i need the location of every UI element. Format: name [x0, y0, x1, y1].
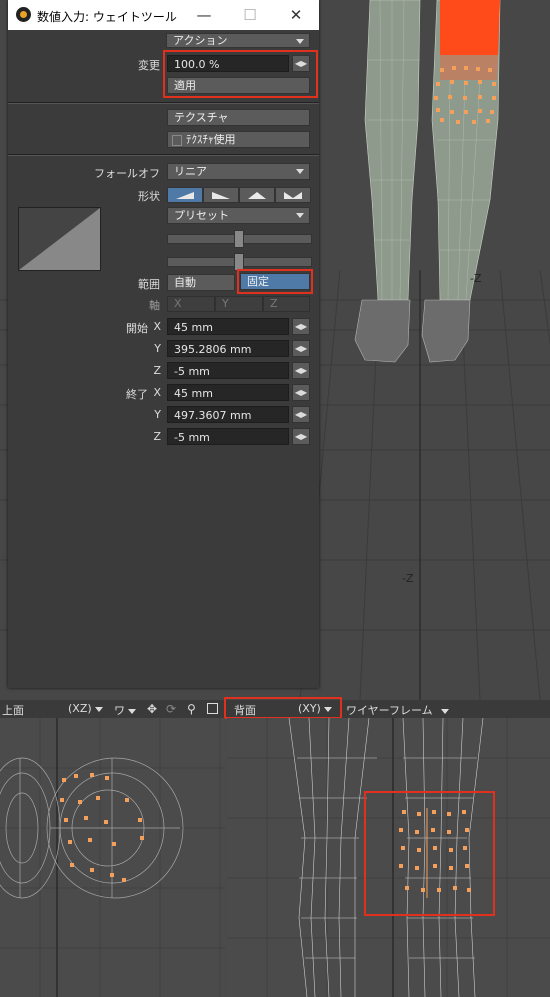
- end-y-spinner[interactable]: ◀▶: [292, 406, 310, 423]
- app-logo-icon: [16, 7, 31, 22]
- valley-icon: [284, 192, 302, 199]
- end-x-label: X: [153, 386, 161, 399]
- chevron-down-icon: [94, 706, 103, 712]
- shape-linear-button[interactable]: [167, 187, 203, 203]
- rotate-view-icon[interactable]: ⟳: [166, 702, 176, 716]
- end-y-input[interactable]: 497.3607 mm: [167, 406, 289, 423]
- back-view-axes-dropdown[interactable]: (XY): [298, 702, 332, 715]
- axis-label-z: -Z: [470, 272, 482, 285]
- chevron-down-icon: [296, 39, 304, 44]
- back-view-name[interactable]: 背面: [234, 702, 256, 718]
- change-percent-input[interactable]: 100.0 %: [167, 55, 289, 72]
- preset-dropdown[interactable]: プリセット: [167, 207, 310, 224]
- maximize-viewport-icon[interactable]: [207, 703, 218, 714]
- chevron-down-icon: [128, 708, 136, 714]
- slider-handle[interactable]: [234, 230, 244, 248]
- shape-ease-in-button[interactable]: [203, 187, 239, 203]
- window-titlebar[interactable]: 数値入力: ウェイトツール — ☐ ✕: [8, 0, 319, 30]
- end-label: 終了: [126, 388, 148, 401]
- use-texture-toggle[interactable]: ﾃｸｽﾁｬ使用: [167, 131, 310, 148]
- axis-label: 軸: [149, 299, 160, 312]
- range-fixed-button[interactable]: 固定: [240, 273, 310, 290]
- end-z-spinner[interactable]: ◀▶: [292, 428, 310, 445]
- back-view-viewport[interactable]: [227, 718, 550, 997]
- chevron-down-icon: [296, 169, 304, 174]
- shape-label: 形状: [138, 190, 160, 203]
- axis-label-z: -Z: [402, 572, 414, 585]
- start-y-label: Y: [154, 342, 161, 355]
- back-view-shading-label: ワイヤーフレーム: [346, 704, 433, 717]
- start-y-spinner[interactable]: ◀▶: [292, 340, 310, 357]
- shape-peak-button[interactable]: [239, 187, 275, 203]
- action-dropdown[interactable]: アクション: [166, 33, 310, 48]
- divider: [8, 102, 319, 104]
- axis-y-button[interactable]: Y: [215, 296, 263, 312]
- minimize-button[interactable]: —: [181, 0, 227, 30]
- change-spinner[interactable]: ◀▶: [292, 55, 310, 72]
- change-label: 変更: [138, 59, 160, 72]
- falloff-label: フォールオフ: [94, 167, 160, 180]
- top-view-axes-dropdown[interactable]: (XZ): [68, 702, 103, 715]
- ramp-down-icon: [212, 192, 230, 199]
- end-x-spinner[interactable]: ◀▶: [292, 384, 310, 401]
- start-x-label: X: [153, 320, 161, 333]
- viewport-header-bar: 上面 (XZ) ワ ✥ ⟳ ⚲ 背面 (XY) ワイヤーフレーム: [0, 697, 550, 719]
- falloff-dropdown[interactable]: リニア: [167, 163, 310, 180]
- preset-dropdown-label: プリセット: [174, 209, 229, 222]
- weight-tool-numeric-window: 数値入力: ウェイトツール — ☐ ✕ アクション 変更 100.0 % ◀▶ …: [8, 0, 319, 688]
- action-dropdown-value: アクション: [173, 34, 228, 47]
- top-view-viewport[interactable]: [0, 718, 225, 997]
- chevron-down-icon: [323, 706, 332, 712]
- start-z-input[interactable]: -5 mm: [167, 362, 289, 379]
- move-view-icon[interactable]: ✥: [147, 702, 157, 716]
- start-label: 開始: [126, 322, 148, 335]
- ramp-up-icon: [176, 192, 194, 199]
- start-x-spinner[interactable]: ◀▶: [292, 318, 310, 335]
- end-y-label: Y: [154, 408, 161, 421]
- falloff-dropdown-value: リニア: [174, 165, 207, 178]
- chevron-down-icon: [440, 708, 449, 714]
- axis-x-button[interactable]: X: [167, 296, 215, 312]
- start-x-input[interactable]: 45 mm: [167, 318, 289, 335]
- falloff-curve-preview: [18, 207, 101, 271]
- back-view-axes: (XY): [298, 702, 321, 715]
- end-z-input[interactable]: -5 mm: [167, 428, 289, 445]
- range-auto-button[interactable]: 自動: [167, 274, 235, 291]
- close-button[interactable]: ✕: [273, 0, 319, 30]
- range-label: 範囲: [138, 278, 160, 291]
- shape-valley-button[interactable]: [275, 187, 311, 203]
- divider: [8, 154, 319, 156]
- top-view-name[interactable]: 上面: [2, 702, 24, 718]
- start-z-spinner[interactable]: ◀▶: [292, 362, 310, 379]
- peak-icon: [248, 192, 266, 199]
- texture-button[interactable]: テクスチャ: [167, 109, 310, 126]
- shading-mode-dropdown[interactable]: ワ: [114, 702, 136, 718]
- zoom-view-icon[interactable]: ⚲: [187, 702, 196, 716]
- window-title: 数値入力: ウェイトツール: [37, 10, 177, 24]
- back-view-shading-dropdown[interactable]: ワイヤーフレーム: [346, 702, 449, 718]
- end-x-input[interactable]: 45 mm: [167, 384, 289, 401]
- checkbox-icon: [172, 134, 182, 146]
- highlight-box: [364, 791, 495, 916]
- end-z-label: Z: [153, 430, 161, 443]
- top-view-axes: (XZ): [68, 702, 92, 715]
- start-z-label: Z: [153, 364, 161, 377]
- shading-mode-label: ワ: [114, 704, 125, 717]
- axis-z-button[interactable]: Z: [263, 296, 310, 312]
- chevron-down-icon: [296, 213, 304, 218]
- use-texture-label: ﾃｸｽﾁｬ使用: [186, 133, 236, 146]
- maximize-button[interactable]: ☐: [227, 0, 273, 30]
- start-y-input[interactable]: 395.2806 mm: [167, 340, 289, 357]
- apply-button[interactable]: 適用: [167, 77, 310, 94]
